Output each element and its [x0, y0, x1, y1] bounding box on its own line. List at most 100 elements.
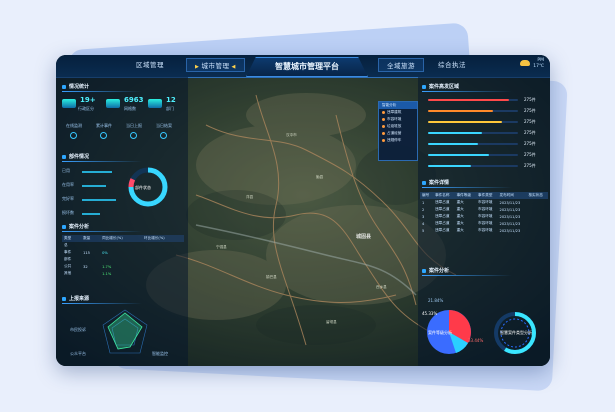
cell: 3: [422, 214, 425, 219]
cell: 事件: [64, 250, 72, 254]
source-radar-chart: [102, 309, 148, 354]
cell: 市容环境: [478, 214, 493, 218]
cell: 重大: [456, 200, 464, 204]
table-row[interactable]: 1 违章占道 重大 市容环境 2023/11/23: [420, 199, 548, 206]
cell: 部件: [64, 257, 72, 261]
status-dot-2: [100, 132, 107, 139]
cell: 重大: [456, 221, 464, 225]
dropdown-item-1[interactable]: 智能分析: [379, 102, 417, 109]
table-row[interactable]: 事件 115 0%: [62, 249, 184, 256]
nav-law[interactable]: 综合执法: [438, 59, 466, 69]
nav-region[interactable]: 区域管理: [136, 59, 164, 69]
cell: [142, 249, 184, 256]
map-label-1: 汉中市: [286, 133, 297, 137]
zones-underline: [422, 91, 512, 92]
cell: 2023/11/23: [499, 221, 521, 226]
cell: 市容环境: [478, 200, 493, 204]
cell: 重大: [456, 214, 464, 218]
zone-value: 275件: [524, 108, 536, 113]
dropdown-item-6[interactable]: 违规停车: [379, 137, 417, 144]
table-row[interactable]: 5 违章占道 重大 市容环境 2023/11/23: [420, 227, 548, 234]
zone-bar: [428, 132, 482, 134]
stat-districts-label: 行政区分: [78, 106, 94, 111]
zone-bar: [428, 143, 478, 145]
pie-pct-3: 21.84%: [428, 298, 444, 303]
dropdown-item-label: 违章建筑: [387, 110, 402, 114]
table-row[interactable]: 其他 1.1%: [62, 270, 184, 277]
cell: 2: [422, 207, 425, 212]
dept-bar-3: [82, 199, 116, 201]
cell: [81, 242, 100, 249]
cell: 5: [422, 228, 425, 233]
table-row[interactable]: 2 违章占道 重大 市容环境 2023/11/23: [420, 206, 548, 213]
cell: 违章占道: [435, 221, 450, 225]
zone-bar: [428, 110, 493, 112]
cell: 市容环境: [478, 207, 493, 211]
cell: 1.7%: [102, 264, 112, 269]
table-row[interactable]: 4 违章占道 重大 市容环境 2023/11/23: [420, 220, 548, 227]
nav-city[interactable]: ▶ 城市管理 ◀: [186, 58, 245, 72]
cases-col-1: 类型: [64, 236, 72, 240]
row-label-4: 当日结案: [156, 123, 172, 128]
dropdown-item-3[interactable]: 市容环境: [379, 116, 417, 123]
dropdown-item-4[interactable]: 垃圾堆放: [379, 123, 417, 130]
cases-table: 类型 数量 同比增长(%) 环比增长(%) 总 事件 115 0% 部件 公共 32 1…: [62, 235, 184, 277]
row-label-1: 在线监测: [66, 123, 82, 128]
weather-icon: [520, 60, 530, 66]
detail-title: 案件详情: [422, 179, 449, 186]
detail-underline: [422, 187, 512, 188]
cell: [526, 206, 548, 213]
source-label-3: 智能监控: [152, 351, 168, 356]
cell: 总: [64, 243, 68, 247]
table-row[interactable]: 总: [62, 242, 184, 249]
dept-bar-4: [82, 213, 100, 215]
cases-underline: [62, 231, 142, 232]
dept-bar-2: [82, 185, 106, 187]
dropdown-item-label: 占道经营: [387, 131, 402, 135]
table-row[interactable]: 3 违章占道 重大 市容环境 2023/11/23: [420, 213, 548, 220]
cell: [526, 199, 548, 206]
cell: 2023/11/23: [499, 207, 521, 212]
stats-title: 情况统计: [62, 83, 89, 90]
analysis-underline: [422, 275, 512, 276]
pie-label: 案件等级分析: [428, 330, 452, 335]
cell: [81, 256, 100, 263]
detail-header-row: 编号 事件名称 事件等级 事件类型 发布时间 核实状态: [420, 192, 548, 199]
zone-bar: [428, 121, 502, 123]
detail-col: 事件等级: [456, 193, 471, 197]
cell: 重大: [456, 228, 464, 232]
nav-city-label: 城市管理: [201, 62, 230, 70]
dropdown-item-5[interactable]: 占道经营: [379, 130, 417, 137]
dept-icon: [148, 99, 162, 108]
marker-icon: [382, 118, 385, 121]
table-row[interactable]: 部件: [62, 256, 184, 263]
map-label-5: 镇巴县: [266, 275, 277, 279]
zone-bar: [428, 154, 489, 156]
row-label-3: 当日上报: [126, 123, 142, 128]
cell: 4: [422, 221, 425, 226]
dropdown-item-label: 市容环境: [387, 117, 402, 121]
cell: [526, 227, 548, 234]
map-label-2: 城固县: [356, 234, 372, 240]
cell: 1.1%: [102, 271, 112, 276]
stat-depts-label: 部门: [166, 106, 174, 111]
nav-tourism[interactable]: 全域旅游: [378, 58, 424, 72]
layer-dropdown[interactable]: 智能分析 违章建筑 市容环境 垃圾堆放 占道经营 违规停车: [378, 101, 418, 161]
status-dot-3: [130, 132, 137, 139]
table-row[interactable]: 公共 32 1.7%: [62, 263, 184, 270]
cell: 市容环境: [478, 228, 493, 232]
weather-info: PM 17℃: [533, 58, 544, 70]
dashboard-screen: 汉中市 城固县 洋县 勉县 镇巴县 西乡县 宁强县 留坝县 区域管理 ▶ 城市管…: [56, 55, 550, 366]
cell: [100, 256, 142, 263]
cell: [526, 213, 548, 220]
dept-title: 部件情况: [62, 153, 89, 160]
cell: [142, 263, 184, 270]
source-underline: [62, 303, 142, 304]
analysis-title: 案件分析: [422, 267, 449, 274]
cell: 0%: [102, 250, 108, 255]
dept-underline: [62, 161, 142, 162]
cases-col-2: 数量: [83, 236, 91, 240]
zone-value: 275件: [524, 130, 536, 135]
dropdown-item-2[interactable]: 违章建筑: [379, 109, 417, 116]
stats-underline: [62, 91, 142, 92]
